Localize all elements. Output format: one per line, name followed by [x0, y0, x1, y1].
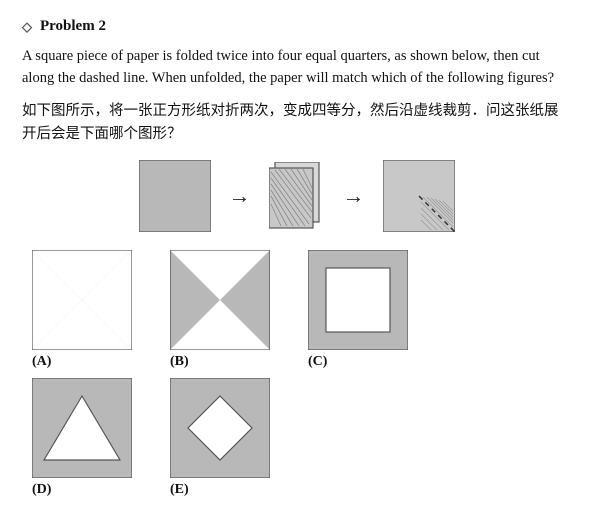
label-c: (C)	[308, 354, 327, 370]
figure-e	[170, 378, 270, 478]
figure-d	[32, 378, 132, 478]
figure-a	[32, 250, 132, 350]
diagram-cut	[383, 160, 455, 232]
problem-text-zh: 如下图所示，将一张正方形纸对折两次，变成四等分，然后沿虚线裁剪．问这张纸展开后会…	[22, 100, 571, 146]
diagram-row: → →	[22, 160, 571, 232]
arrow-1: →	[229, 183, 251, 209]
answer-e: (E)	[170, 378, 270, 498]
title-text: Problem 2	[40, 18, 106, 35]
diagram-original-square	[139, 160, 211, 232]
answers-bottom-row: (D) (E)	[22, 378, 571, 498]
answer-a: (A)	[32, 250, 132, 370]
figure-c	[308, 250, 408, 350]
answers-top-row: (A) (B) (C)	[22, 250, 571, 370]
diamond-icon: ◇	[22, 19, 32, 35]
answer-b: (B)	[170, 250, 270, 370]
label-b: (B)	[170, 354, 189, 370]
answer-c: (C)	[308, 250, 408, 370]
problem-title: ◇ Problem 2	[22, 18, 571, 35]
answer-d: (D)	[32, 378, 132, 498]
label-d: (D)	[32, 482, 51, 498]
arrow-2: →	[343, 183, 365, 209]
label-e: (E)	[170, 482, 189, 498]
figure-b	[170, 250, 270, 350]
problem-text-en: A square piece of paper is folded twice …	[22, 45, 571, 90]
label-a: (A)	[32, 354, 51, 370]
diagram-folded	[269, 162, 325, 230]
